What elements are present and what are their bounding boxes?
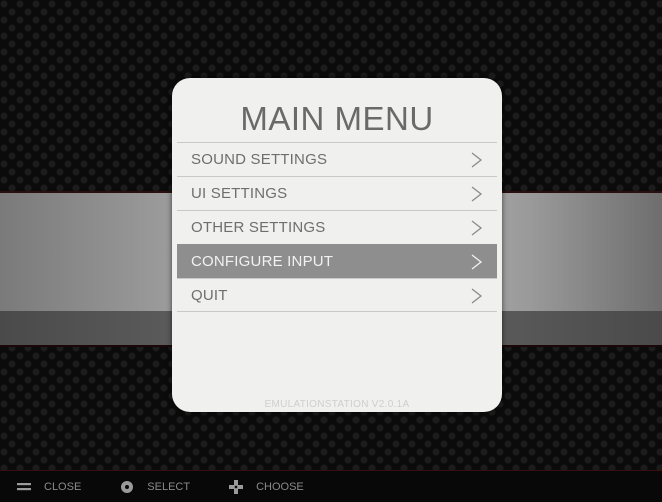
dpad-icon (229, 479, 244, 494)
chevron-right-icon (471, 186, 483, 202)
chevron-right-icon (471, 288, 483, 304)
menu-title: MAIN MENU (240, 100, 434, 137)
help-label: SELECT (147, 480, 191, 493)
menu-item-sound-settings[interactable]: SOUND SETTINGS (177, 142, 497, 176)
chevron-right-icon (471, 220, 483, 236)
chevron-right-icon (471, 254, 483, 270)
a-button-icon (121, 480, 134, 493)
menu-item-label: SOUND SETTINGS (191, 151, 328, 168)
menu-item-other-settings[interactable]: OTHER SETTINGS (177, 210, 497, 244)
help-label: CHOOSE (256, 480, 304, 493)
help-select: SELECT (119, 480, 212, 494)
start-select-icon (17, 482, 31, 490)
menu-item-label: CONFIGURE INPUT (191, 253, 334, 270)
menu-item-ui-settings[interactable]: UI SETTINGS (177, 176, 497, 210)
menu-item-label: UI SETTINGS (191, 185, 288, 202)
menu-item-configure-input[interactable]: CONFIGURE INPUT (177, 244, 497, 278)
help-label: CLOSE (44, 480, 82, 493)
menu-item-label: QUIT (191, 286, 228, 304)
main-menu-panel: MAIN MENU SOUND SETTINGS UI SETTINGS OTH… (172, 78, 502, 412)
menu-item-label: OTHER SETTINGS (191, 219, 326, 236)
help-choose: CHOOSE (228, 479, 326, 494)
version-label: EMULATIONSTATION V2.0.1A (264, 399, 410, 410)
chevron-right-icon (471, 152, 483, 168)
menu-item-quit[interactable]: QUIT (177, 278, 497, 312)
help-bar: CLOSE SELECT CHOOSE (0, 470, 662, 502)
menu-list: SOUND SETTINGS UI SETTINGS OTHER SETTING… (177, 142, 497, 312)
help-close: CLOSE (16, 480, 103, 494)
